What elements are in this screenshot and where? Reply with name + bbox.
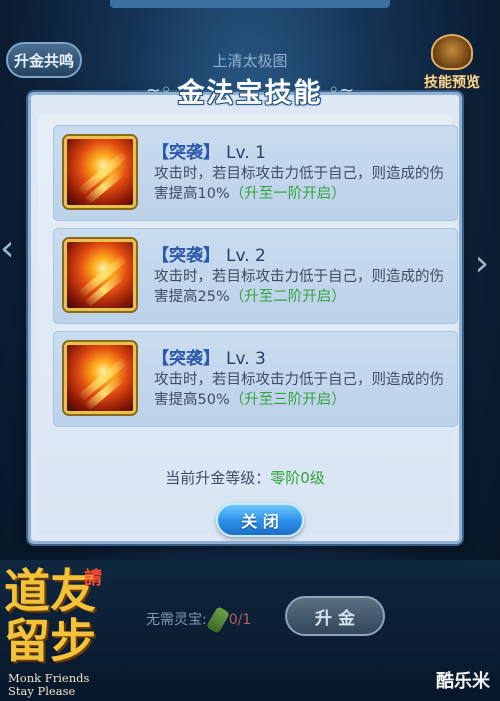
slot-label: 无需灵宝: <box>146 612 207 628</box>
flame-sword-icon <box>64 342 136 414</box>
logo-badge: 請 <box>84 568 102 589</box>
swirl-left-icon: ~◦ <box>145 79 172 101</box>
watermark: 酷乐米 <box>436 671 490 692</box>
emblem-icon <box>431 34 473 70</box>
upgrade-button[interactable]: 升 金 <box>285 596 385 636</box>
skill-name: 【突袭】 Lv. 2 <box>152 241 266 266</box>
flame-sword-icon <box>64 136 136 208</box>
skill-level: Lv. 2 <box>226 246 266 266</box>
skill-description: 攻击时，若目标攻击力低于自己，则造成的伤害提高10%（升至一阶开启） <box>154 164 449 204</box>
slot-count: 0/1 <box>228 612 252 628</box>
slot-status: 无需灵宝: 0/1 <box>146 606 252 634</box>
skill-dialog: 【突袭】 Lv. 1 攻击时，若目标攻击力低于自己，则造成的伤害提高10%（升至一… <box>28 92 462 544</box>
prev-arrow-icon[interactable]: ‹ <box>0 228 24 298</box>
skill-title: 【突袭】 <box>152 143 220 163</box>
dialog-title-banner: ~◦ 金法宝技能 ◦~ <box>130 70 370 110</box>
current-level-value: 零阶0级 <box>270 469 325 487</box>
skill-name: 【突袭】 Lv. 3 <box>152 344 266 369</box>
skill-level: Lv. 3 <box>226 349 266 369</box>
skill-title: 【突袭】 <box>152 349 220 369</box>
current-level-label: 当前升金等级： <box>165 469 271 487</box>
swirl-right-icon: ◦~ <box>328 79 355 101</box>
skill-description: 攻击时，若目标攻击力低于自己，则造成的伤害提高25%（升至二阶开启） <box>154 267 449 307</box>
skill-name: 【突袭】 Lv. 1 <box>152 138 266 163</box>
gem-icon <box>205 606 230 634</box>
skill-preview-button[interactable]: 技能预览 <box>412 34 492 91</box>
dialog-title: 金法宝技能 <box>177 77 323 109</box>
close-button[interactable]: 关 闭 <box>216 503 304 537</box>
next-arrow-icon[interactable]: › <box>464 228 500 298</box>
top-tab-strip <box>110 0 390 8</box>
skill-card: 【突袭】 Lv. 1 攻击时，若目标攻击力低于自己，则造成的伤害提高10%（升至一… <box>53 125 458 221</box>
logo-english-line2: Stay Please <box>8 684 76 698</box>
current-level: 当前升金等级：零阶0级 <box>38 467 452 488</box>
skill-title: 【突袭】 <box>152 246 220 266</box>
skill-card: 【突袭】 Lv. 3 攻击时，若目标攻击力低于自己，则造成的伤害提高50%（升至三… <box>53 331 458 427</box>
skill-unlock-text: （升至三阶开启） <box>229 392 346 408</box>
skill-description: 攻击时，若目标攻击力低于自己，则造成的伤害提高50%（升至三阶开启） <box>154 370 449 410</box>
flame-sword-icon <box>64 239 136 311</box>
skill-unlock-text: （升至二阶开启） <box>229 289 346 305</box>
skill-level: Lv. 1 <box>226 143 266 163</box>
logo-english: Monk Friends Stay Please <box>8 672 89 698</box>
skill-card: 【突袭】 Lv. 2 攻击时，若目标攻击力低于自己，则造成的伤害提高25%（升至二… <box>53 228 458 324</box>
skill-unlock-text: （升至一阶开启） <box>229 186 346 202</box>
skill-preview-label: 技能预览 <box>424 75 480 91</box>
game-logo: 道友留步 請 Monk Friends Stay Please <box>0 560 132 701</box>
dialog-body: 【突袭】 Lv. 1 攻击时，若目标攻击力低于自己，则造成的伤害提高10%（升至一… <box>38 115 458 537</box>
